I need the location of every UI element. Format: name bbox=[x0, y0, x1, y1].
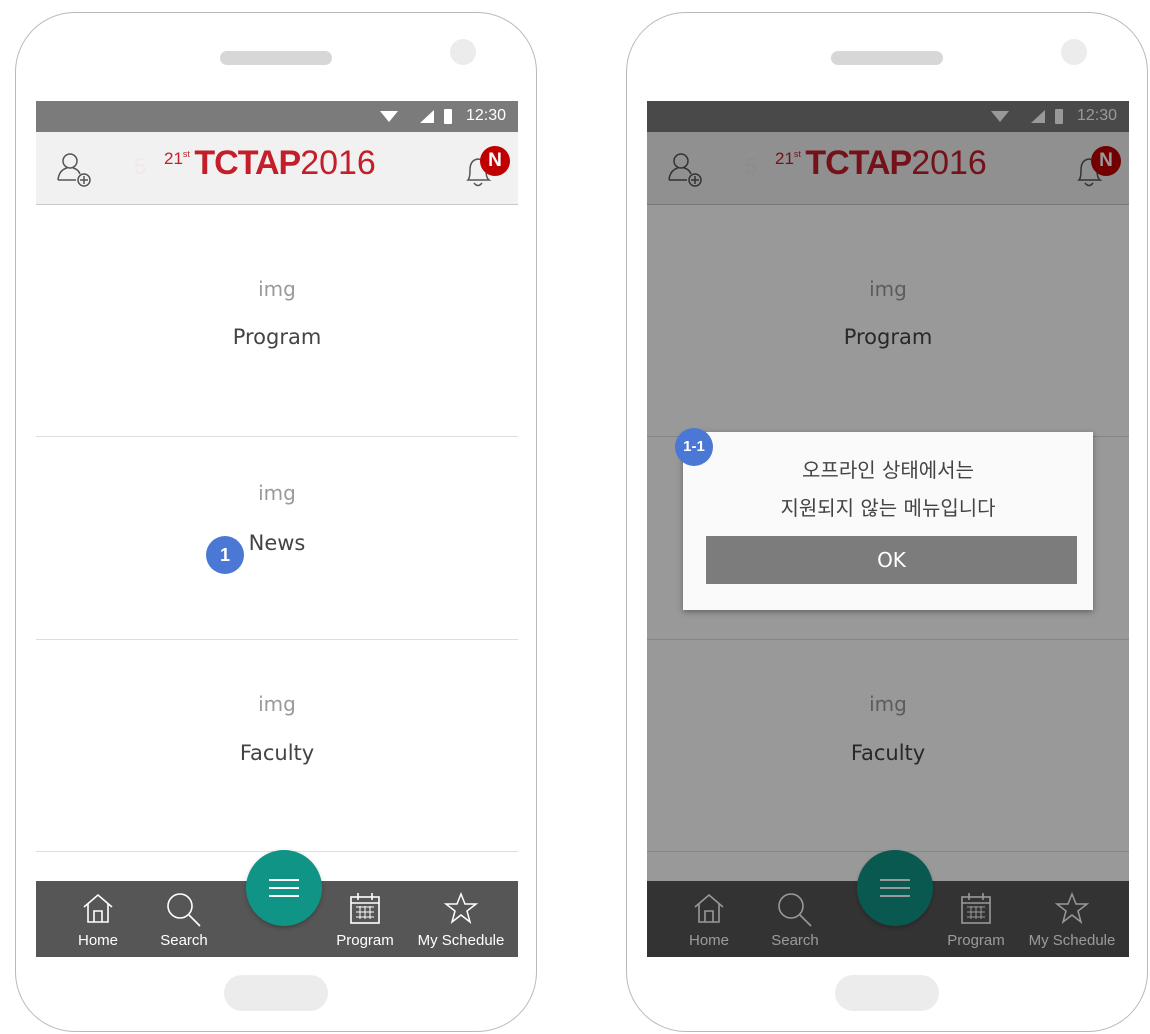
menu-item-program[interactable]: img Program bbox=[36, 205, 518, 437]
tctap-logo: 21st TCTAP2016 bbox=[164, 146, 376, 180]
menu-image-placeholder: img bbox=[258, 692, 296, 716]
menu-label: Program bbox=[232, 325, 322, 349]
nav-label: Search bbox=[160, 932, 208, 949]
calendar-icon bbox=[350, 893, 380, 924]
menu-fab-button[interactable] bbox=[246, 850, 322, 926]
front-camera bbox=[1061, 39, 1087, 65]
menu-image-placeholder: img bbox=[258, 277, 296, 301]
home-icon bbox=[83, 893, 113, 923]
hamburger-icon-line bbox=[269, 879, 299, 881]
menu-item-faculty[interactable]: img Faculty bbox=[36, 640, 518, 852]
logo-year: 2016 bbox=[300, 144, 376, 182]
phone-frame-left: 12:30 5 21st TCTAP2016 N img Program img… bbox=[15, 12, 537, 1032]
hamburger-icon-line bbox=[269, 895, 299, 897]
star-icon bbox=[443, 891, 479, 924]
nav-label: Home bbox=[77, 932, 118, 949]
app-screen: 12:30 5 21st TCTAP2016 N img Program img… bbox=[647, 101, 1129, 957]
nav-search[interactable]: Search bbox=[144, 881, 224, 957]
logo-name: TCTAP bbox=[194, 144, 301, 182]
annotation-marker: 1 bbox=[206, 536, 244, 574]
notification-badge[interactable]: N bbox=[480, 146, 510, 176]
nav-my-schedule[interactable]: My Schedule bbox=[410, 881, 512, 957]
nav-label: Program bbox=[336, 932, 394, 949]
app-header: 5 21st TCTAP2016 N bbox=[36, 132, 518, 205]
annotation-marker: 1-1 bbox=[675, 428, 713, 466]
app-screen: 12:30 5 21st TCTAP2016 N img Program img… bbox=[36, 101, 518, 957]
nav-home[interactable]: Home bbox=[58, 881, 138, 957]
menu-label: Faculty bbox=[239, 741, 315, 765]
front-camera bbox=[450, 39, 476, 65]
menu-image-placeholder: img bbox=[258, 481, 296, 505]
menu-label: News bbox=[248, 531, 306, 555]
status-time: 12:30 bbox=[465, 107, 506, 124]
dialog-message-line-1: 오프라인 상태에서는 bbox=[802, 458, 974, 482]
search-icon bbox=[167, 893, 201, 927]
add-user-icon[interactable] bbox=[54, 150, 94, 188]
logo-ordinal: 21st bbox=[164, 149, 190, 168]
signal-icon bbox=[420, 110, 434, 123]
dialog-message-line-2: 지원되지 않는 메뉴입니다 bbox=[780, 496, 996, 520]
offline-alert-dialog: 오프라인 상태에서는 지원되지 않는 메뉴입니다 OK 1-1 bbox=[675, 428, 1093, 610]
hamburger-icon-line bbox=[269, 887, 299, 889]
nav-label: My Schedule bbox=[417, 932, 505, 949]
status-bar: 12:30 bbox=[36, 101, 518, 132]
hardware-home-button[interactable] bbox=[835, 975, 939, 1011]
hardware-home-button[interactable] bbox=[224, 975, 328, 1011]
wifi-icon bbox=[380, 111, 398, 122]
nav-program[interactable]: Program bbox=[328, 881, 402, 957]
battery-icon bbox=[444, 109, 452, 124]
faint-digit: 5 bbox=[134, 154, 147, 179]
menu-item-news[interactable]: img News 1 bbox=[36, 437, 518, 640]
speaker-grille bbox=[220, 51, 332, 65]
phone-frame-right: 12:30 5 21st TCTAP2016 N img Program img… bbox=[626, 12, 1148, 1032]
speaker-grille bbox=[831, 51, 943, 65]
ok-button[interactable]: OK bbox=[706, 536, 1077, 584]
